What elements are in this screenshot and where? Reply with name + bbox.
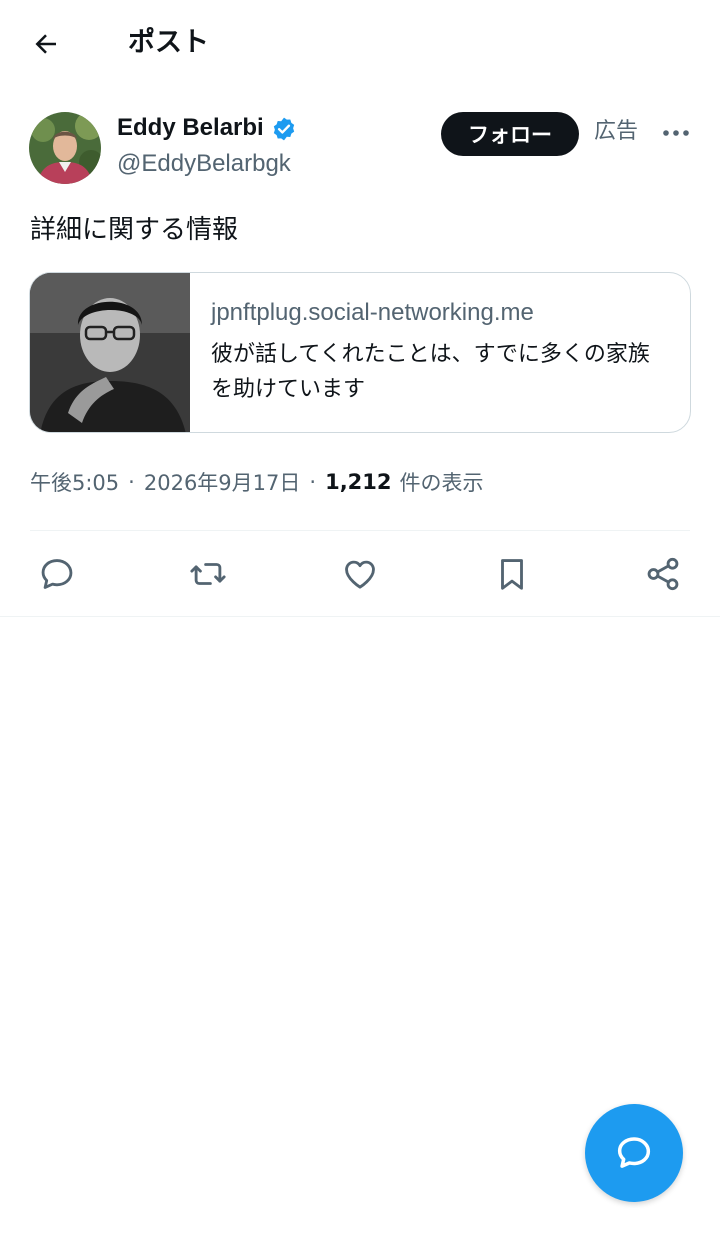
- heart-icon: [345, 560, 375, 589]
- post-meta: 午後5:05 · 2026年9月17日 · 1,212 件の表示: [30, 464, 484, 500]
- divider: [30, 530, 690, 531]
- share-icon: [647, 557, 679, 591]
- card-title: 彼が話してくれたことは、すでに多くの家族を助けています: [211, 342, 650, 402]
- reply-icon: [41, 559, 73, 589]
- post-date[interactable]: 2026年9月17日: [144, 467, 301, 497]
- arrow-left-icon: [35, 34, 56, 54]
- top-bar: ポスト: [0, 0, 720, 88]
- bookmark-button[interactable]: [490, 552, 534, 596]
- post-text: 詳細に関する情報: [30, 215, 239, 245]
- views-label[interactable]: 件の表示: [400, 467, 484, 497]
- link-preview-card[interactable]: jpnftplug.social-networking.me 彼が話してくれたこ…: [29, 272, 691, 433]
- more-options-button[interactable]: [656, 118, 696, 148]
- repost-icon: [190, 563, 226, 585]
- page-title: ポスト: [128, 27, 209, 58]
- share-button[interactable]: [641, 552, 685, 596]
- repost-button[interactable]: [186, 552, 230, 596]
- ad-label: 広告: [594, 119, 639, 144]
- reply-button[interactable]: [35, 552, 79, 596]
- meta-separator: ·: [128, 470, 135, 494]
- card-thumbnail-image: [30, 273, 190, 432]
- follow-button[interactable]: フォロー: [441, 112, 579, 156]
- back-button[interactable]: [26, 26, 66, 62]
- card-domain: jpnftplug.social-networking.me: [211, 299, 534, 326]
- avatar[interactable]: [29, 112, 101, 184]
- compose-reply-fab[interactable]: [585, 1104, 683, 1202]
- meta-separator: ·: [309, 470, 317, 494]
- post-time[interactable]: 午後5:05: [30, 467, 119, 497]
- views-count[interactable]: 1,212: [325, 470, 391, 494]
- chat-bubble-icon: [617, 1137, 651, 1168]
- bookmark-icon: [501, 559, 523, 590]
- divider: [0, 616, 720, 617]
- like-button[interactable]: [338, 552, 382, 596]
- author-name[interactable]: Eddy Belarbi: [117, 112, 264, 144]
- author-handle[interactable]: @EddyBelarbgk: [117, 148, 291, 180]
- verified-badge-icon: [273, 117, 295, 141]
- more-horizontal-icon: [663, 130, 689, 136]
